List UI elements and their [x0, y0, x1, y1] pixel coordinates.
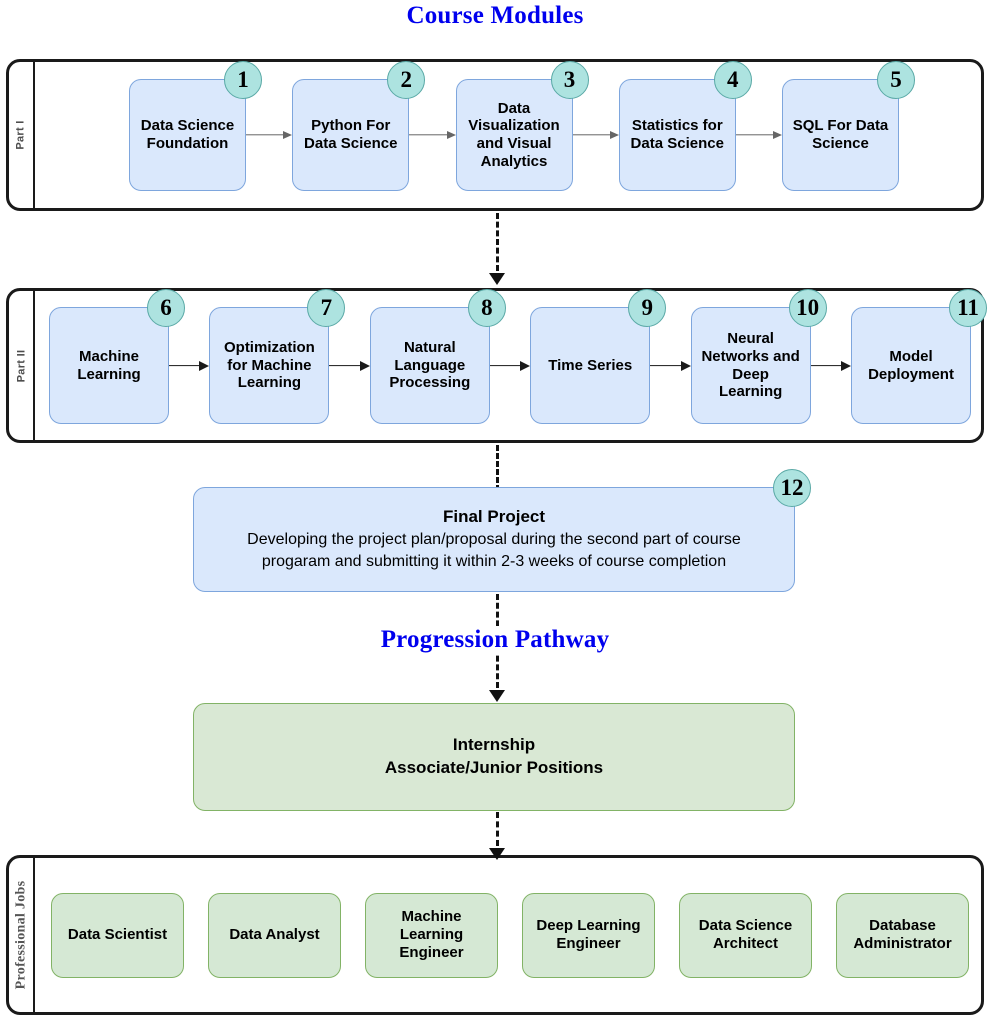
- badge-5: 5: [877, 61, 915, 99]
- band-label-part-2: Part II: [9, 291, 35, 440]
- badge-4: 4: [713, 61, 752, 99]
- job-box-1-label: Data Scientist: [67, 926, 168, 944]
- module-box-5[interactable]: 10 Neural Networks and Deep Learning: [690, 289, 827, 424]
- module-box-3[interactable]: 8 Natural Language Processing: [369, 289, 506, 424]
- professional-jobs-node-row: Data Scientist Data Analyst Machine Learni…: [35, 858, 981, 1012]
- job-box-2[interactable]: Data Analyst: [208, 892, 341, 978]
- section-part-2: Part II 6 Machine Learning 7 Optimization f…: [6, 288, 988, 443]
- band-label-part-2-text: Part II: [15, 349, 28, 382]
- band-label-professional-jobs: Professional Jobs: [9, 858, 35, 1012]
- band-label-professional-jobs-text: Professional Jobs: [13, 880, 28, 990]
- module-box-4-label: Time Series: [548, 356, 633, 374]
- section-professional-jobs: Professional Jobs Data Scientist Data Ana…: [6, 855, 984, 1015]
- badge-9: 9: [628, 289, 667, 327]
- job-box-4-label: Deep Learning Engineer: [536, 917, 641, 952]
- badge-11: 11: [949, 289, 988, 327]
- badge-12: 12: [773, 469, 811, 507]
- badge-1: 1: [224, 61, 262, 99]
- final-project-box[interactable]: 12 Final Project Developing the project …: [193, 469, 811, 592]
- internship-line-2: Associate/Junior Positions: [384, 758, 604, 777]
- job-box-2-label: Data Analyst: [229, 926, 320, 944]
- job-box-1[interactable]: Data Scientist: [51, 892, 184, 978]
- arrow-connector: [169, 360, 210, 371]
- module-box-5-label: Neural Networks and Deep Learning: [701, 330, 800, 401]
- module-box-3-label: Data Visualization and Visual Analytics: [468, 99, 560, 170]
- module-box-1-label: Data Science Foundation: [140, 117, 235, 152]
- progression-pathway-text: Progression Pathway: [370, 626, 620, 653]
- page-title-course-modules: Course Modules: [406, 2, 584, 29]
- badge-10: 10: [788, 289, 827, 327]
- page-title-progression-pathway: Progression Pathway: [0, 626, 990, 654]
- band-label-part-1: Part I: [9, 62, 35, 208]
- module-box-2-label: Python For Data Science: [304, 117, 398, 152]
- arrow-connector: [572, 131, 619, 139]
- arrow-connector: [329, 360, 370, 371]
- badge-7: 7: [307, 289, 346, 327]
- module-box-2[interactable]: 2 Python For Data Science: [292, 61, 426, 191]
- arrow-connector: [409, 131, 456, 139]
- module-box-1-label: Machine Learning: [77, 347, 141, 383]
- arrow-connector: [650, 360, 691, 371]
- arrow-connector: [489, 360, 531, 371]
- module-box-6[interactable]: 11 Model Deployment: [851, 289, 988, 424]
- module-box-6-label: Model Deployment: [868, 347, 954, 383]
- badge-6: 6: [147, 289, 185, 327]
- final-project-title: Final Project: [442, 507, 546, 527]
- arrow-connector: [735, 131, 782, 139]
- part-1-node-row: 1 Data Science Foundation 2 Python For Data…: [35, 61, 981, 208]
- job-box-6-label: Database Administrator: [853, 917, 952, 952]
- module-box-4-label: Statistics for Data Science: [630, 117, 724, 152]
- badge-8: 8: [467, 289, 506, 327]
- part-2-node-row: 6 Machine Learning 7 Optimization for Machi…: [35, 289, 988, 440]
- final-project-description: Developing the project plan/proposal dur…: [247, 531, 741, 570]
- internship-line-1: Internship: [452, 735, 536, 755]
- module-box-1[interactable]: 6 Machine Learning: [49, 289, 185, 424]
- job-box-5[interactable]: Data Science Architect: [679, 892, 812, 978]
- arrow-connector: [246, 131, 293, 139]
- module-box-2[interactable]: 7 Optimization for Machine Learning: [209, 289, 346, 424]
- internship-box[interactable]: Internship Associate/Junior Positions: [193, 703, 795, 811]
- section-part-1: Part I 1 Data Science Foundation 2 Python F…: [6, 59, 984, 211]
- job-box-3[interactable]: Machine Learning Engineer: [365, 892, 498, 978]
- module-box-5[interactable]: 5 SQL For Data Science: [782, 61, 915, 191]
- module-box-3-label: Natural Language Processing: [389, 338, 471, 392]
- job-box-6[interactable]: Database Administrator: [836, 892, 969, 978]
- badge-3: 3: [550, 61, 589, 99]
- module-box-4[interactable]: 9 Time Series: [530, 289, 667, 424]
- job-box-4[interactable]: Deep Learning Engineer: [522, 892, 655, 978]
- job-box-3-label: Machine Learning Engineer: [399, 908, 464, 961]
- module-box-3[interactable]: 3 Data Visualization and Visual Analytics: [455, 61, 589, 191]
- job-box-5-label: Data Science Architect: [698, 917, 793, 952]
- badge-2: 2: [387, 61, 426, 99]
- module-box-1[interactable]: 1 Data Science Foundation: [129, 61, 262, 191]
- module-box-2-label: Optimization for Machine Learning: [223, 338, 315, 392]
- arrow-connector: [810, 360, 852, 371]
- band-label-part-1-text: Part I: [15, 120, 27, 150]
- module-box-5-label: SQL For Data Science: [792, 117, 889, 152]
- module-box-4[interactable]: 4 Statistics for Data Science: [618, 61, 752, 191]
